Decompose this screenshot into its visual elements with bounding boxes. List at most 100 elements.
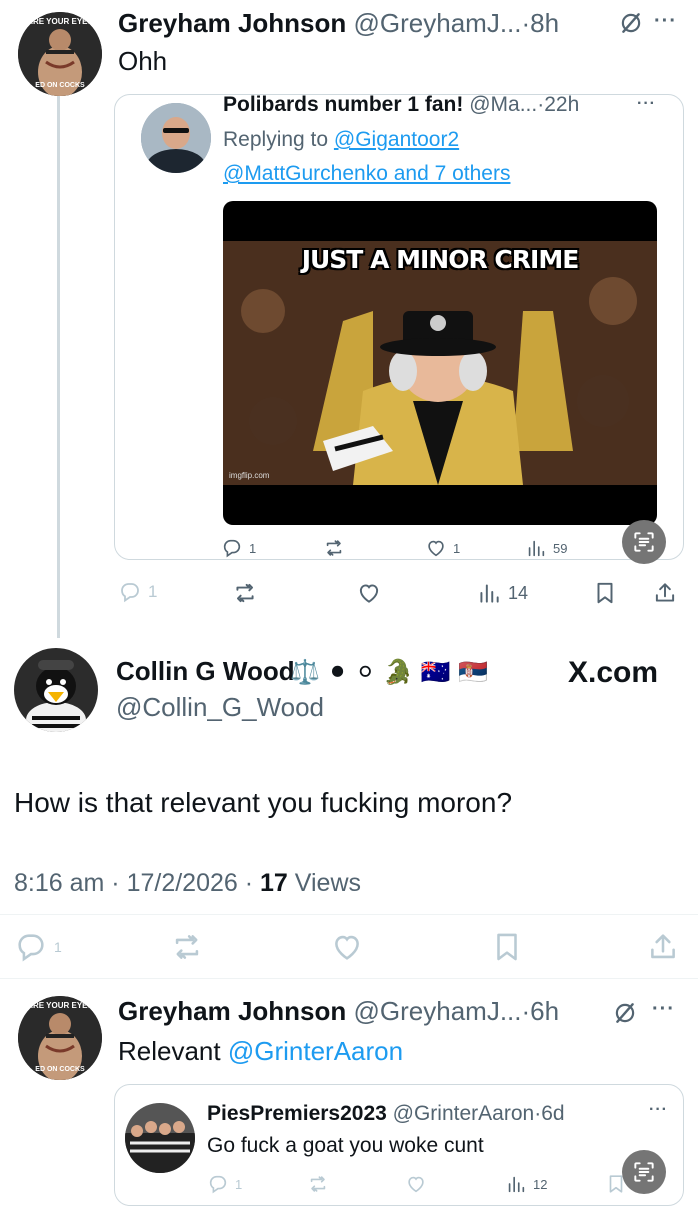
views-count: 17	[260, 869, 288, 897]
like-icon	[425, 537, 447, 559]
quoted-like-button[interactable]: 1	[425, 537, 460, 559]
bookmark-icon	[592, 580, 618, 606]
quoted-text: Go fuck a goat you woke cunt	[207, 1134, 484, 1157]
quoted-tweet[interactable]: PiesPremiers2023 @GrinterAaron·6d ··· Go…	[114, 1084, 684, 1206]
mention-link[interactable]: @GrinterAaron	[228, 1036, 403, 1066]
views-label: Views	[294, 869, 362, 897]
retweet-button[interactable]	[170, 930, 204, 964]
quoted-author-handle[interactable]: @Ma...	[469, 95, 537, 116]
like-button[interactable]	[330, 930, 364, 964]
author-emojis: ⚖️ ⚫ ⚪ 🐊 🇦🇺 🇷🇸	[290, 658, 488, 686]
reply-icon	[221, 537, 243, 559]
quoted-views-button[interactable]: 59	[525, 537, 567, 559]
reply-button[interactable]: 1	[118, 580, 157, 604]
bookmark-button[interactable]	[490, 930, 524, 964]
tweet-meta: 8:16 am · 17/2/2026 · 17 Views	[14, 869, 362, 897]
avatar-text-bottom: ED ON COCKS	[35, 1066, 85, 1073]
bookmark-icon	[490, 930, 524, 964]
more-icon[interactable]: ···	[652, 998, 675, 1021]
retweet-button[interactable]	[232, 580, 258, 606]
retweet-icon	[170, 930, 204, 964]
tweet-3[interactable]: ARE YOUR EYES ED ON COCKS Greyham Johnso…	[0, 980, 698, 1206]
tweet-text: Ohh	[118, 46, 168, 76]
like-button[interactable]	[356, 580, 382, 606]
quoted-tweet[interactable]: Polibards number 1 fan! @Ma...·22h ··· R…	[114, 94, 684, 560]
tweet-header: Greyham Johnson @GreyhamJ...·8h	[118, 8, 560, 38]
meme-caption: JUST A MINOR CRIME	[301, 245, 580, 274]
tweet-1[interactable]: ARE YOUR EYES ED ON COCKS Greyham Johnso…	[0, 0, 698, 638]
reply-icon	[14, 930, 48, 964]
views-icon	[476, 580, 502, 606]
quoted-author-name[interactable]: Polibards number 1 fan!	[223, 95, 463, 116]
retweet-icon	[232, 580, 258, 606]
author-name[interactable]: Greyham Johnson	[118, 996, 346, 1026]
retweet-icon	[323, 537, 345, 559]
reply-icon	[207, 1173, 229, 1195]
author-handle[interactable]: @GreyhamJ...	[354, 8, 522, 38]
quoted-header: Polibards number 1 fan! @Ma...·22h	[223, 94, 580, 116]
tweet-time[interactable]: 8:16 am	[14, 869, 104, 897]
quoted-author-name[interactable]: PiesPremiers2023	[207, 1102, 387, 1125]
replying-to-link[interactable]: @Gigantoor2	[334, 128, 459, 151]
views-icon	[525, 537, 547, 559]
like-icon	[405, 1173, 427, 1195]
tweet-time[interactable]: 6h	[530, 996, 559, 1026]
brand-label[interactable]: X.com	[568, 656, 658, 690]
views-button[interactable]: 14	[476, 580, 528, 606]
grok-icon[interactable]	[612, 1000, 638, 1026]
meme-watermark: imgflip.com	[229, 471, 270, 480]
author-handle[interactable]: @Collin_G_Wood	[116, 692, 324, 722]
scan-icon	[631, 529, 657, 555]
author-handle[interactable]: @GreyhamJ...	[354, 996, 522, 1026]
divider	[0, 978, 698, 979]
quoted-author-handle[interactable]: @GrinterAaron	[393, 1102, 535, 1125]
avatar-text-bottom: ED ON COCKS	[35, 82, 85, 89]
more-icon[interactable]: ···	[654, 10, 677, 33]
quoted-retweet-button[interactable]	[307, 1173, 329, 1195]
quoted-reply-button[interactable]: 1	[221, 537, 256, 559]
more-icon[interactable]: ···	[637, 95, 656, 113]
views-icon	[505, 1173, 527, 1195]
quoted-like-button[interactable]	[405, 1173, 427, 1195]
share-icon	[646, 930, 680, 964]
share-icon	[652, 580, 678, 606]
quoted-avatar[interactable]	[125, 1103, 195, 1173]
reply-icon	[118, 580, 142, 604]
quoted-views-button[interactable]: 12	[505, 1173, 547, 1195]
divider	[0, 914, 698, 915]
replying-others-link[interactable]: @MattGurchenko and 7 others	[223, 161, 510, 187]
scan-button[interactable]	[622, 520, 666, 564]
grok-icon[interactable]	[618, 10, 644, 36]
avatar[interactable]: ARE YOUR EYES ED ON COCKS	[18, 12, 102, 96]
share-button[interactable]	[652, 580, 678, 606]
more-icon[interactable]: ···	[649, 1101, 668, 1119]
share-button[interactable]	[646, 930, 680, 964]
retweet-icon	[307, 1173, 329, 1195]
avatar-text-top: ARE YOUR EYES	[27, 17, 93, 26]
author-name[interactable]: Greyham Johnson	[118, 8, 346, 38]
bookmark-button[interactable]	[592, 580, 618, 606]
tweet-header: Greyham Johnson @GreyhamJ...·6h	[118, 996, 560, 1026]
quoted-time[interactable]: 6d	[541, 1102, 564, 1125]
avatar[interactable]	[14, 648, 98, 732]
like-icon	[356, 580, 382, 606]
main-tweet[interactable]: Collin G Wood ⚖️ ⚫ ⚪ 🐊 🇦🇺 🇷🇸 X.com @Coll…	[0, 640, 698, 976]
tweet-text: Relevant @GrinterAaron	[118, 1036, 404, 1066]
quoted-reply-button[interactable]: 1	[207, 1173, 242, 1195]
like-icon	[330, 930, 364, 964]
author-name[interactable]: Collin G Wood	[116, 656, 295, 686]
tweet-text: How is that relevant you fucking moron?	[14, 787, 513, 818]
tweet-time[interactable]: 8h	[530, 8, 559, 38]
avatar[interactable]: ARE YOUR EYES ED ON COCKS	[18, 996, 102, 1080]
scan-icon	[631, 1159, 657, 1185]
scan-button[interactable]	[622, 1150, 666, 1194]
tweet-date[interactable]: 17/2/2026	[127, 869, 238, 897]
quoted-avatar[interactable]	[141, 103, 211, 173]
quoted-time[interactable]: 22h	[544, 95, 579, 116]
meme-image[interactable]: JUST A MINOR CRIME imgflip.com	[223, 201, 657, 525]
quoted-retweet-button[interactable]	[323, 537, 345, 559]
quoted-header: PiesPremiers2023 @GrinterAaron·6d	[207, 1102, 565, 1125]
avatar-text-top: ARE YOUR EYES	[27, 1001, 93, 1010]
reply-button[interactable]: 1	[14, 930, 62, 964]
thread-line	[57, 96, 60, 638]
